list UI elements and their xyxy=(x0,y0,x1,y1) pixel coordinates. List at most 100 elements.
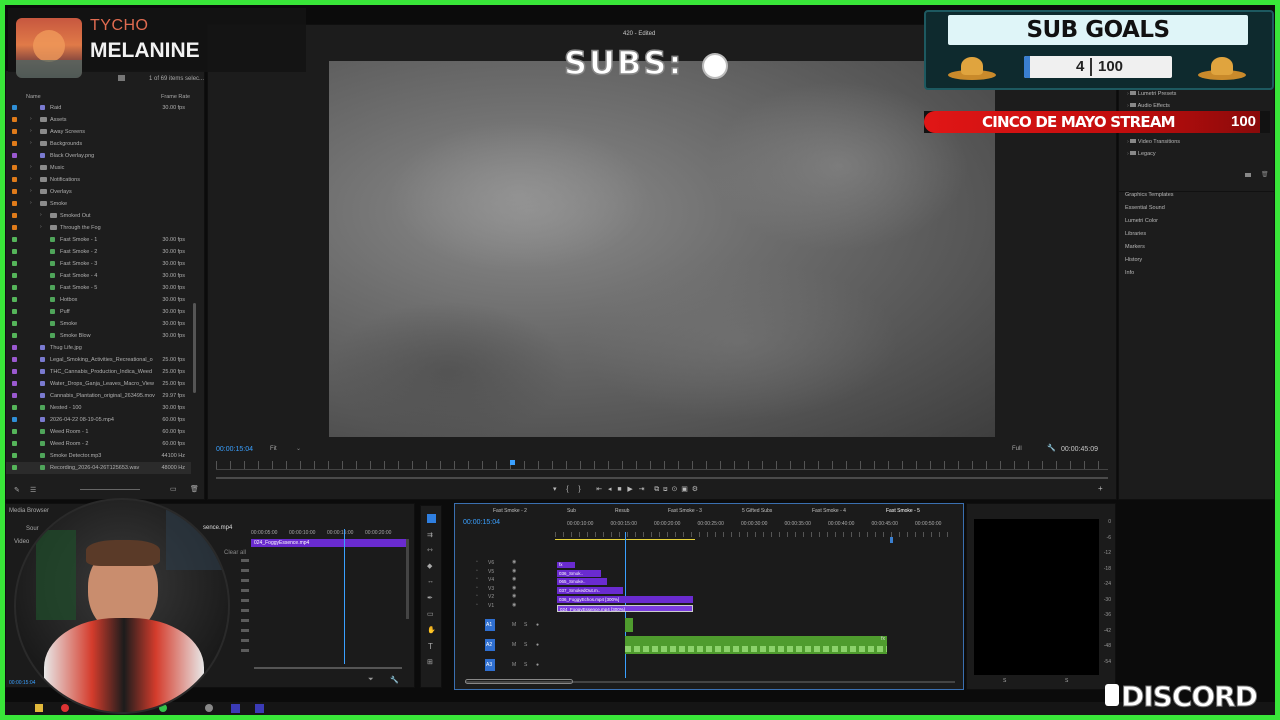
label-color-swatch[interactable] xyxy=(12,453,17,458)
solo-button[interactable]: S xyxy=(524,662,527,668)
step-back-icon[interactable]: ◂ xyxy=(608,486,612,493)
project-item[interactable]: Smoke 30.00 fps xyxy=(6,318,191,330)
folder-icon[interactable] xyxy=(1245,173,1251,177)
label-color-swatch[interactable] xyxy=(12,321,17,326)
lock-icon[interactable]: ▫ xyxy=(476,593,478,599)
project-item[interactable]: Cannabis_Plantation_original_263495.mov 2… xyxy=(6,390,191,402)
project-item[interactable]: Fast Smoke - 4 30.00 fps xyxy=(6,270,191,282)
play-icon[interactable]: ▶ xyxy=(627,486,632,493)
new-bin-icon[interactable]: ▭ xyxy=(170,485,177,493)
label-color-swatch[interactable] xyxy=(12,369,17,374)
panel-markers[interactable]: Markers xyxy=(1125,244,1145,250)
project-item[interactable]: › Notifications xyxy=(6,174,191,186)
project-item[interactable]: › Overlays xyxy=(6,186,191,198)
extract-icon[interactable]: ⧈ xyxy=(663,486,667,493)
project-item[interactable]: 2026-04-22 08-19-05.mp4 60.00 fps xyxy=(6,414,191,426)
label-color-swatch[interactable] xyxy=(12,273,17,278)
label-color-swatch[interactable] xyxy=(12,129,17,134)
razor-icon[interactable]: ◆ xyxy=(427,562,432,570)
trash-icon[interactable]: 🗑 xyxy=(1261,171,1269,178)
panel-info[interactable]: Info xyxy=(1125,270,1134,276)
project-item[interactable]: › Backgrounds xyxy=(6,138,191,150)
eye-icon[interactable]: ◉ xyxy=(512,576,516,582)
taskbar-icon[interactable] xyxy=(35,704,43,712)
camera-icon[interactable]: ⊙ xyxy=(671,486,677,493)
expand-arrow-icon[interactable]: › xyxy=(30,176,32,182)
pencil-icon[interactable]: ✎ xyxy=(14,486,20,494)
panel-graphics-templates[interactable]: Graphics Templates xyxy=(1125,192,1174,198)
label-color-swatch[interactable] xyxy=(12,261,17,266)
pen-icon[interactable]: ✒ xyxy=(427,594,433,602)
panel-lumetri-color[interactable]: Lumetri Color xyxy=(1125,218,1158,224)
label-color-swatch[interactable] xyxy=(12,429,17,434)
zoom-bar[interactable] xyxy=(216,477,1108,479)
slider-icon[interactable]: ⊞ xyxy=(427,658,433,666)
rectangle-icon[interactable]: ▭ xyxy=(427,610,434,618)
project-item[interactable]: Legal_Smoking_Activities_Recreational_o 2… xyxy=(6,354,191,366)
project-item[interactable]: Fast Smoke - 3 30.00 fps xyxy=(6,258,191,270)
lock-icon[interactable]: ▫ xyxy=(476,568,478,574)
project-item[interactable]: Recording_2026-04-26T125653.wav 48000 Hz xyxy=(6,462,191,474)
wrench-icon[interactable]: 🔧 xyxy=(390,676,399,684)
project-item[interactable]: Weed Room - 1 60.00 fps xyxy=(6,426,191,438)
zoom-slider[interactable] xyxy=(80,489,140,490)
mic-icon[interactable]: ● xyxy=(536,622,539,628)
expand-arrow-icon[interactable]: › xyxy=(30,116,32,122)
expand-arrow-icon[interactable]: › xyxy=(30,140,32,146)
source-scroll-v[interactable] xyxy=(406,539,409,619)
clip[interactable]: 036_FoggyEchos.mp4 [300%] xyxy=(557,596,693,603)
panel-libraries[interactable]: Libraries xyxy=(1125,231,1146,237)
eye-icon[interactable]: ◉ xyxy=(512,602,516,608)
mini-ruler[interactable] xyxy=(216,461,1108,470)
label-color-swatch[interactable] xyxy=(12,237,17,242)
label-color-swatch[interactable] xyxy=(12,189,17,194)
label-color-swatch[interactable] xyxy=(12,309,17,314)
effects-item[interactable]: › Video Transitions xyxy=(1127,139,1180,145)
label-color-swatch[interactable] xyxy=(12,153,17,158)
label-color-swatch[interactable] xyxy=(12,141,17,146)
label-color-swatch[interactable] xyxy=(12,165,17,170)
lift-icon[interactable]: ⧉ xyxy=(654,486,659,493)
expand-arrow-icon[interactable]: › xyxy=(30,200,32,206)
sequence-tab[interactable]: Fast Smoke - 2 xyxy=(493,508,527,514)
project-item[interactable]: › Assets xyxy=(6,114,191,126)
project-item[interactable]: THC_Cannabis_Production_Indica_Weed 25.00… xyxy=(6,366,191,378)
label-color-swatch[interactable] xyxy=(12,117,17,122)
project-item[interactable]: Fast Smoke - 5 30.00 fps xyxy=(6,282,191,294)
meter-solo-left[interactable]: S xyxy=(1003,678,1006,684)
clip[interactable]: fx xyxy=(557,562,575,568)
in-point-icon[interactable]: { xyxy=(566,486,568,493)
effects-item[interactable]: › Lumetri Presets xyxy=(1127,91,1176,97)
project-item[interactable]: Puff 30.00 fps xyxy=(6,306,191,318)
meter-solo-right[interactable]: S xyxy=(1065,678,1068,684)
lock-icon[interactable]: ▫ xyxy=(476,602,478,608)
label-color-swatch[interactable] xyxy=(12,201,17,206)
label-color-swatch[interactable] xyxy=(12,213,17,218)
go-to-out-icon[interactable]: ⇥ xyxy=(639,486,645,493)
trash-icon[interactable]: 🗑 xyxy=(190,485,199,493)
project-item[interactable]: › Music xyxy=(6,162,191,174)
effects-item[interactable]: › Audio Effects xyxy=(1127,103,1170,109)
program-timecode[interactable]: 00:00:15:04 xyxy=(216,446,253,453)
selection-tool-icon[interactable] xyxy=(427,514,436,523)
label-color-swatch[interactable] xyxy=(12,393,17,398)
project-item[interactable]: Smoke Blow 30.00 fps xyxy=(6,330,191,342)
settings-icon[interactable]: ⚙ xyxy=(692,486,698,493)
panel-history[interactable]: History xyxy=(1125,257,1142,263)
column-name[interactable]: Name xyxy=(26,94,41,100)
project-item[interactable]: Black Overlay.png xyxy=(6,150,191,162)
eye-icon[interactable]: ◉ xyxy=(512,559,516,565)
project-item[interactable]: Nested - 100 30.00 fps xyxy=(6,402,191,414)
chevron-down-icon[interactable]: ⌄ xyxy=(296,445,301,452)
go-to-in-icon[interactable]: ⇤ xyxy=(596,486,602,493)
quality-dropdown[interactable]: Full xyxy=(1012,446,1022,452)
audio-track-header[interactable]: A3 M S ● xyxy=(470,659,550,672)
project-item[interactable]: Weed Room - 2 60.00 fps xyxy=(6,438,191,450)
source-clip[interactable]: 024_FoggyEssence.mp4 xyxy=(251,539,407,547)
source-playhead[interactable] xyxy=(344,529,345,664)
clip[interactable]: 036_Smok.. xyxy=(557,570,601,577)
hand-icon[interactable]: ✋ xyxy=(427,626,436,634)
sequence-tab[interactable]: Fast Smoke - 5 xyxy=(886,508,920,514)
sequence-tab[interactable]: Fast Smoke - 3 xyxy=(668,508,702,514)
label-color-swatch[interactable] xyxy=(12,465,17,470)
